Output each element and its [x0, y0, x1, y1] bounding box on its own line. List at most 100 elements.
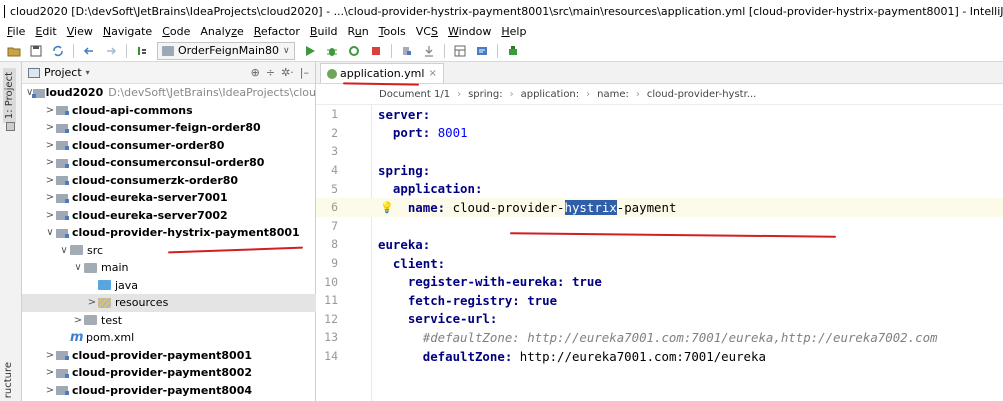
chevron-right-icon[interactable]: >	[44, 157, 56, 168]
code-line[interactable]: 14 defaultZone: http://eureka7001.com:70…	[316, 347, 1003, 366]
menu-item[interactable]: File	[2, 25, 30, 38]
code-line[interactable]: 1 server:	[316, 105, 1003, 124]
save-all-icon[interactable]	[26, 42, 46, 60]
gear-icon[interactable]: ✲·	[281, 66, 294, 79]
tree-item[interactable]: > cloud-provider-payment8001	[22, 347, 316, 365]
menu-item[interactable]: Window	[443, 25, 496, 38]
settings-icon[interactable]	[472, 42, 492, 60]
code-line[interactable]: 11 fetch-registry: true	[316, 291, 1003, 310]
menu-item[interactable]: View	[62, 25, 98, 38]
code-line[interactable]: 3	[316, 142, 1003, 161]
tree-item[interactable]: > cloud-eureka-server7002	[22, 207, 316, 225]
tree-item-label: cloud-eureka-server7002	[72, 208, 228, 222]
project-tool-tab[interactable]: 1: Project	[3, 68, 16, 124]
code-token: fetch-registry:	[378, 292, 528, 308]
chevron-right-icon: ›	[509, 88, 514, 100]
attach-debugger-icon[interactable]	[397, 42, 417, 60]
plugin-icon[interactable]	[503, 42, 523, 60]
locate-icon[interactable]: ⊕	[251, 66, 260, 79]
chevron-right-icon[interactable]: >	[44, 122, 56, 133]
tree-item[interactable]: > cloud-provider-payment8004	[22, 382, 316, 400]
hide-icon[interactable]: |–	[300, 66, 309, 79]
chevron-right-icon[interactable]: >	[44, 175, 56, 186]
tree-item[interactable]: java	[22, 277, 316, 295]
collapse-all-icon[interactable]: ÷	[266, 66, 275, 79]
project-structure-icon[interactable]	[450, 42, 470, 60]
chevron-right-icon[interactable]: >	[44, 350, 56, 361]
breadcrumb-item[interactable]: name:	[597, 89, 629, 100]
tree-item[interactable]: > test	[22, 312, 316, 330]
chevron-right-icon[interactable]: >	[44, 385, 56, 396]
tree-item-label: cloud-api-commons	[72, 103, 193, 117]
chevron-right-icon[interactable]: >	[44, 192, 56, 203]
tree-item[interactable]: m pom.xml	[22, 329, 316, 347]
menu-item[interactable]: Analyze	[195, 25, 248, 38]
coverage-icon[interactable]	[344, 42, 364, 60]
run-configuration-select[interactable]: OrderFeignMain80 ∨	[157, 41, 295, 60]
chevron-down-icon[interactable]: ∨	[58, 245, 70, 256]
folder-icon	[84, 315, 97, 326]
module-folder-icon	[56, 123, 69, 133]
chevron-down-icon[interactable]: ▾	[86, 68, 90, 77]
chevron-down-icon[interactable]: ∨	[72, 262, 84, 273]
sync-icon[interactable]	[48, 42, 68, 60]
debug-icon[interactable]	[322, 42, 342, 60]
menu-item[interactable]: Build	[305, 25, 343, 38]
menu-item[interactable]: Refactor	[249, 25, 305, 38]
bookmark-icon[interactable]	[6, 122, 15, 131]
tree-item[interactable]: > cloud-consumer-order80	[22, 137, 316, 155]
run-icon[interactable]	[300, 42, 320, 60]
tree-item[interactable]: > cloud-consumerconsul-order80	[22, 154, 316, 172]
breadcrumb-item[interactable]: spring:	[468, 89, 503, 100]
tree-item[interactable]: > cloud-consumerzk-order80	[22, 172, 316, 190]
menu-item[interactable]: Tools	[374, 25, 411, 38]
forward-arrow-icon[interactable]	[101, 42, 121, 60]
breadcrumb-item[interactable]: application:	[521, 89, 580, 100]
chevron-right-icon[interactable]: >	[86, 297, 98, 308]
editor-tab-application-yml[interactable]: application.yml ×	[320, 63, 444, 83]
structure-tool-tab[interactable]: ructure	[3, 362, 14, 398]
code-line[interactable]: 2 port: 8001	[316, 124, 1003, 143]
stop-icon[interactable]	[366, 42, 386, 60]
back-arrow-icon[interactable]	[79, 42, 99, 60]
toolbar-separator	[496, 43, 498, 58]
code-line[interactable]: 6 💡 name: cloud-provider-hystrix-payment	[316, 197, 1003, 217]
code-line[interactable]: 10 register-with-eureka: true	[316, 272, 1003, 291]
chevron-right-icon[interactable]: >	[72, 315, 84, 326]
build-icon[interactable]	[132, 42, 152, 60]
menu-item[interactable]: Help	[496, 25, 531, 38]
code-line[interactable]: 9 client:	[316, 254, 1003, 273]
chevron-right-icon[interactable]: >	[44, 210, 56, 221]
menu-item[interactable]: Edit	[30, 25, 61, 38]
code-line[interactable]: 7	[316, 217, 1003, 236]
chevron-right-icon[interactable]: >	[44, 105, 56, 116]
sdk-download-icon[interactable]	[419, 42, 439, 60]
chevron-down-icon[interactable]: ∨	[44, 227, 56, 238]
chevron-right-icon[interactable]: >	[44, 140, 56, 151]
menu-item[interactable]: Run	[343, 25, 374, 38]
code-line[interactable]: 8 eureka:	[316, 235, 1003, 254]
tree-item[interactable]: > resources	[22, 294, 316, 312]
menu-item[interactable]: VCS	[411, 25, 443, 38]
tree-item[interactable]: > cloud-eureka-server7001	[22, 189, 316, 207]
menu-item[interactable]: Navigate	[98, 25, 157, 38]
tree-item[interactable]: > cloud-api-commons	[22, 102, 316, 120]
chevron-right-icon[interactable]: >	[44, 367, 56, 378]
tree-item[interactable]: > cloud-provider-payment8002	[22, 364, 316, 382]
code-line[interactable]: 4 spring:	[316, 161, 1003, 180]
code-line[interactable]: 5 application:	[316, 179, 1003, 198]
tree-item[interactable]: ∨ main	[22, 259, 316, 277]
code-line[interactable]: 13 #defaultZone: http://eureka7001.com:7…	[316, 328, 1003, 347]
code-area[interactable]: 1 server: 2 port: 8001 3 4 spring: 5 applicati…	[316, 105, 1003, 401]
menu-item[interactable]: Code	[157, 25, 195, 38]
tree-item[interactable]: ∨ cloud-provider-hystrix-payment8001	[22, 224, 316, 242]
tree-item[interactable]: ∨ cloud2020 D:\devSoft\JetBrains\IdeaProje…	[22, 84, 316, 102]
breadcrumb-item[interactable]: cloud-provider-hystr...	[647, 89, 756, 100]
project-panel-title[interactable]: Project	[44, 66, 82, 79]
close-icon[interactable]: ×	[428, 68, 436, 79]
tree-item[interactable]: ∨ src	[22, 242, 316, 260]
tree-item[interactable]: > cloud-consumer-feign-order80	[22, 119, 316, 137]
open-folder-icon[interactable]	[4, 42, 24, 60]
code-line[interactable]: 12 service-url:	[316, 310, 1003, 329]
breadcrumb-item[interactable]: Document 1/1	[379, 89, 450, 100]
